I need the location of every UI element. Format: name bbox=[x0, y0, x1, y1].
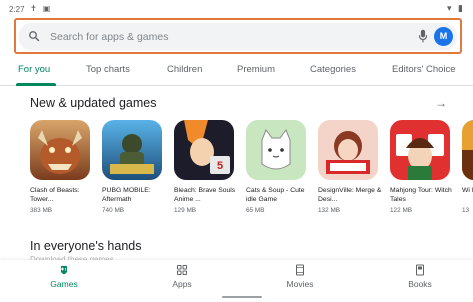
tab-premium[interactable]: Premium bbox=[237, 64, 275, 75]
nav-label-books: Books bbox=[408, 279, 432, 289]
apps-grid-icon bbox=[177, 265, 187, 275]
game-name: Bleach: Brave Souls Anime ... bbox=[174, 187, 236, 203]
game-name: DesignVille: Merge & Desi... bbox=[318, 187, 382, 203]
game-icon bbox=[102, 120, 162, 180]
book-icon bbox=[416, 264, 424, 276]
game-icon: 5 bbox=[174, 120, 234, 180]
search-highlight-frame: Search for apps & games M bbox=[14, 18, 462, 54]
game-card[interactable]: Cats & Soup - Cute idle Game 65 MB bbox=[246, 120, 310, 214]
game-card[interactable]: 5 Bleach: Brave Souls Anime ... 129 MB bbox=[174, 120, 238, 214]
section-title-everyone[interactable]: In everyone's hands bbox=[30, 239, 142, 253]
nav-label-movies: Movies bbox=[286, 279, 314, 289]
game-size: 740 MB bbox=[102, 207, 125, 214]
avatar[interactable]: M bbox=[434, 27, 453, 46]
search-input[interactable]: Search for apps & games bbox=[50, 31, 168, 43]
game-card[interactable]: PUBG MOBILE: Aftermath 740 MB bbox=[102, 120, 166, 214]
battery-wifi-icons: ▾ ▮ bbox=[447, 3, 465, 13]
game-name: Wi He bbox=[462, 187, 473, 194]
status-time: 2:27 bbox=[9, 5, 25, 14]
game-icon bbox=[390, 120, 450, 180]
game-card[interactable]: Wi He 13 bbox=[462, 120, 473, 214]
tab-editors-choice[interactable]: Editors' Choice bbox=[392, 64, 456, 75]
movie-icon bbox=[296, 264, 304, 276]
tab-categories[interactable]: Categories bbox=[310, 64, 356, 75]
game-card[interactable]: Clash of Beasts: Tower... 383 MB bbox=[30, 120, 94, 214]
search-bar[interactable]: Search for apps & games M bbox=[19, 23, 457, 49]
game-name: Mahjong Tour: Witch Tales bbox=[390, 187, 452, 203]
gesture-handle[interactable] bbox=[222, 296, 262, 298]
game-icon bbox=[318, 120, 378, 180]
notification-icons: ✝ ▣ bbox=[30, 4, 53, 13]
nav-books[interactable]: Books bbox=[390, 264, 450, 289]
game-card[interactable]: Mahjong Tour: Witch Tales 122 MB bbox=[390, 120, 454, 214]
game-name: Cats & Soup - Cute idle Game bbox=[246, 187, 305, 203]
nav-apps[interactable]: Apps bbox=[152, 264, 212, 289]
active-tab-indicator bbox=[16, 83, 56, 86]
game-icon bbox=[30, 120, 90, 180]
game-size: 383 MB bbox=[30, 207, 53, 214]
game-card[interactable]: DesignVille: Merge & Desi... 132 MB bbox=[318, 120, 382, 214]
game-size: 132 MB bbox=[318, 207, 341, 214]
arrow-right-icon[interactable]: → bbox=[435, 96, 447, 110]
tab-children[interactable]: Children bbox=[167, 64, 202, 75]
nav-label-games: Games bbox=[50, 279, 78, 289]
nav-label-apps: Apps bbox=[172, 279, 192, 289]
game-size: 129 MB bbox=[174, 207, 197, 214]
game-icon bbox=[462, 120, 473, 180]
gamepad-icon bbox=[61, 266, 67, 274]
game-name: PUBG MOBILE: Aftermath bbox=[102, 187, 151, 203]
game-size: 122 MB bbox=[390, 207, 413, 214]
section-title-new-games[interactable]: New & updated games bbox=[30, 96, 156, 110]
status-bar: 2:27 ✝ ▣ ▾ ▮ bbox=[0, 0, 473, 18]
category-tabs: For you Top charts Children Premium Cate… bbox=[0, 58, 473, 86]
svg-text:5: 5 bbox=[217, 160, 223, 172]
tab-for-you[interactable]: For you bbox=[18, 64, 50, 75]
tab-top-charts[interactable]: Top charts bbox=[86, 64, 130, 75]
game-icon bbox=[246, 120, 306, 180]
games-carousel: Clash of Beasts: Tower... 383 MB PUBG MO… bbox=[30, 120, 473, 225]
nav-games[interactable]: Games bbox=[34, 264, 94, 289]
mic-icon[interactable] bbox=[418, 29, 428, 43]
game-size: 65 MB bbox=[246, 207, 265, 214]
search-icon bbox=[29, 31, 40, 42]
game-size: 13 bbox=[462, 207, 470, 214]
game-name: Clash of Beasts: Tower... bbox=[30, 187, 80, 203]
nav-movies[interactable]: Movies bbox=[270, 264, 330, 289]
